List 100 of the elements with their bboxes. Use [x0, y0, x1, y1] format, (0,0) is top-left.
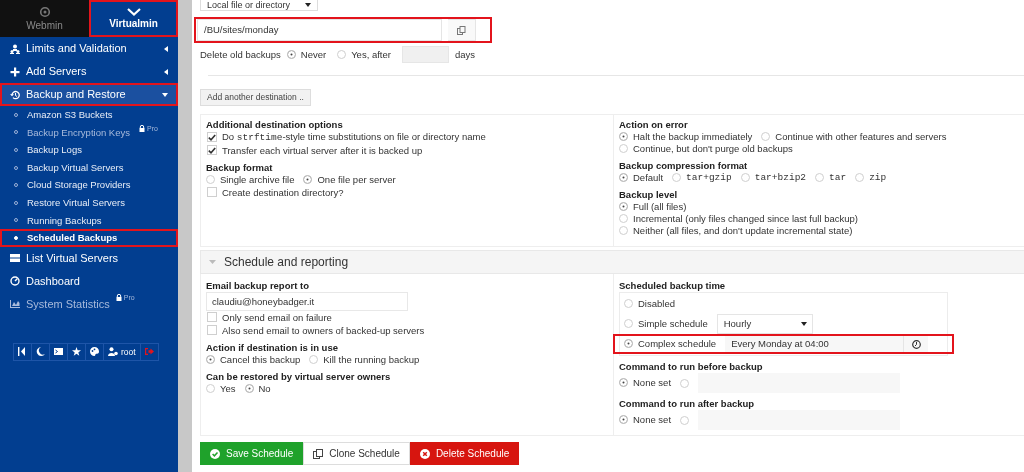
section-label: Command to run before backup: [619, 361, 764, 373]
copy-button[interactable]: [448, 19, 476, 41]
path-field[interactable]: /BU/sites/monday: [197, 19, 442, 41]
lock-icon: [139, 125, 145, 133]
submenu-item[interactable]: Amazon S3 Buckets: [0, 106, 178, 124]
user-button[interactable]: root: [103, 342, 141, 361]
radio-button[interactable]: [680, 415, 690, 425]
chevron-down-icon: [126, 7, 141, 16]
radio-button[interactable]: [337, 50, 347, 59]
submenu-item[interactable]: Cloud Storage Providers: [0, 176, 178, 194]
radio-label: Disabled: [638, 298, 675, 310]
gears-icon: [38, 5, 51, 18]
add-destination-button[interactable]: Add another destination ..: [200, 89, 311, 106]
section-label: Can be restored by virtual server owners: [206, 371, 392, 383]
radio-button[interactable]: [619, 214, 628, 224]
radio-button[interactable]: [619, 415, 628, 425]
section-label: Backup level: [619, 189, 679, 201]
radio-button[interactable]: [303, 175, 313, 185]
logout-icon: [144, 347, 154, 357]
palette-icon: [90, 347, 99, 357]
text-field[interactable]: [401, 46, 449, 63]
section-label: Backup compression format: [619, 160, 749, 172]
select-field[interactable]: Hourly: [716, 314, 813, 334]
delete-button[interactable]: Delete Schedule: [409, 442, 520, 465]
radio-button[interactable]: [815, 173, 825, 183]
field-label: days: [454, 48, 476, 61]
toolbar-button[interactable]: [85, 342, 104, 361]
radio-label: tar: [829, 172, 847, 184]
bullet-icon: [14, 235, 18, 240]
users-icon: [10, 43, 20, 54]
radio-button[interactable]: [624, 299, 633, 309]
section-label: Scheduled backup time: [619, 280, 727, 292]
radio-button[interactable]: [244, 384, 254, 394]
radio-button[interactable]: [619, 173, 628, 183]
radio-button[interactable]: [206, 384, 215, 394]
checkbox[interactable]: [207, 132, 217, 143]
collapse-icon: [18, 347, 27, 357]
radio-button[interactable]: [624, 339, 633, 349]
chart-icon: [10, 299, 20, 310]
radio-button[interactable]: [309, 355, 319, 365]
radio-label: Full (all files): [633, 201, 687, 213]
check-circle-icon: [210, 448, 220, 459]
toolbar-button[interactable]: [49, 342, 68, 361]
sidebar-tab[interactable]: Webmin: [0, 0, 89, 37]
gauge-icon: [10, 276, 20, 287]
section-label: Additional destination options: [206, 119, 344, 131]
radio-button[interactable]: [206, 355, 215, 365]
menu-item[interactable]: Dashboard: [0, 269, 178, 293]
menu-item[interactable]: List Virtual Servers: [0, 246, 178, 270]
caret-down-icon: [305, 3, 311, 7]
checkbox[interactable]: [207, 312, 217, 323]
clock-button[interactable]: [903, 334, 929, 354]
submenu-item[interactable]: Running Backups: [0, 211, 178, 230]
radio-label: Continue with other features and servers: [775, 131, 947, 143]
radio-button[interactable]: [672, 173, 682, 183]
select-field[interactable]: Local file or directory: [200, 0, 318, 11]
radio-button[interactable]: [761, 132, 771, 142]
submenu-item[interactable]: Backup Logs: [0, 141, 178, 159]
star-icon: [72, 347, 81, 357]
radio-label: Single archive file: [220, 174, 295, 186]
clock-icon: [911, 339, 921, 349]
checkbox[interactable]: [207, 145, 217, 156]
radio-button[interactable]: [206, 175, 215, 185]
section-header[interactable]: Schedule and reporting: [200, 250, 1024, 274]
toolbar-button[interactable]: [13, 342, 32, 361]
copy-icon: [313, 448, 324, 459]
submenu-item[interactable]: Backup Virtual Servers: [0, 158, 178, 177]
radio-button[interactable]: [624, 319, 633, 329]
radio-label: Cancel this backup: [220, 354, 301, 366]
radio-label: None set: [633, 414, 672, 426]
checkbox-label: Only send email on failure: [222, 311, 332, 324]
submenu-item[interactable]: Scheduled Backups: [0, 229, 178, 247]
checkbox[interactable]: [207, 187, 217, 198]
logout-button[interactable]: [139, 342, 159, 361]
submenu-item[interactable]: Restore Virtual Servers: [0, 193, 178, 212]
radio-button[interactable]: [619, 144, 628, 154]
radio-button[interactable]: [740, 173, 750, 183]
text-field[interactable]: claudiu@honeybadger.it: [206, 292, 408, 311]
toolbar-button[interactable]: [31, 342, 50, 361]
radio-button[interactable]: [619, 226, 628, 236]
section-label: Command to run after backup: [619, 398, 756, 410]
close-circle-icon: [419, 448, 430, 459]
toolbar-button[interactable]: [67, 342, 86, 361]
clone-button[interactable]: Clone Schedule: [303, 442, 410, 465]
menu-item[interactable]: Limits and Validation: [0, 37, 178, 60]
radio-button[interactable]: [619, 202, 628, 212]
caret-left-icon: [164, 68, 168, 75]
sidebar-tab[interactable]: Virtualmin: [89, 0, 178, 37]
radio-button[interactable]: [680, 378, 690, 388]
schedule-field[interactable]: Every Monday at 04:00: [725, 334, 904, 354]
radio-button[interactable]: [619, 378, 628, 388]
radio-button[interactable]: [619, 132, 628, 142]
section-label: Action if destination is in use: [206, 342, 339, 354]
menu-item[interactable]: Add Servers: [0, 60, 178, 83]
menu-item[interactable]: Backup and Restore: [0, 83, 178, 106]
copy-icon: [457, 25, 466, 35]
radio-button[interactable]: [855, 173, 865, 183]
checkbox[interactable]: [207, 325, 217, 336]
radio-button[interactable]: [286, 50, 296, 59]
section-label: Backup format: [206, 162, 274, 174]
